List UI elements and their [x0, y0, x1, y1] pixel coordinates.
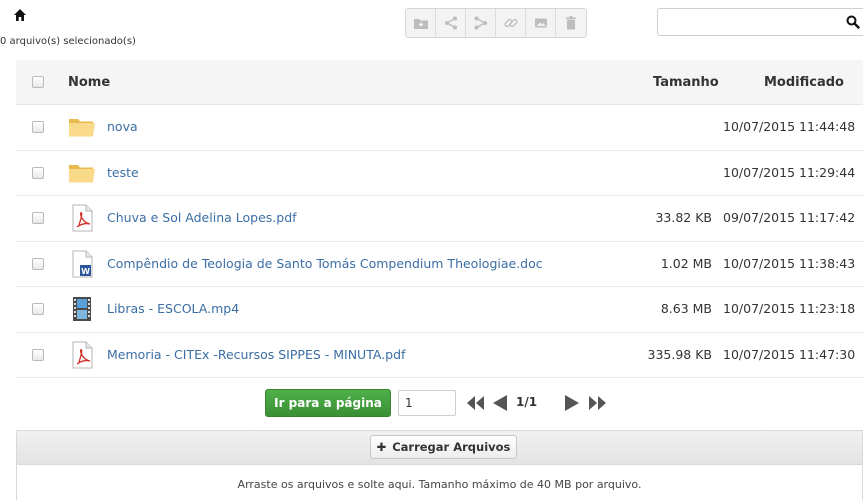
image-button[interactable]	[526, 9, 556, 37]
selected-count: 0 arquivo(s) selecionado(s)	[0, 36, 136, 47]
column-name-header[interactable]: Nome	[68, 75, 110, 90]
table-row[interactable]: nova 10/07/2015 11:44:48	[16, 105, 863, 151]
file-link[interactable]: Memoria - CITEx -Recursos SIPPES - MINUT…	[107, 347, 405, 362]
table-row[interactable]: Chuva e Sol Adelina Lopes.pdf 33.82 KB 0…	[16, 196, 863, 242]
home-icon[interactable]	[13, 8, 27, 22]
trash-icon	[566, 16, 576, 30]
file-table: Nome Tamanho Modificado nova 10/07/2015 …	[16, 60, 863, 378]
folder-icon	[69, 119, 95, 137]
column-size-header[interactable]: Tamanho	[653, 75, 719, 90]
file-size: 1.02 MB	[660, 255, 712, 271]
table-row[interactable]: teste 10/07/2015 11:29:44	[16, 151, 863, 196]
link-button[interactable]	[496, 9, 526, 37]
plus-icon: ✚	[376, 440, 387, 454]
page-number-input[interactable]	[398, 390, 456, 416]
search-input[interactable]	[658, 9, 833, 35]
row-checkbox[interactable]	[32, 121, 44, 133]
pdf-icon	[72, 204, 93, 232]
table-row[interactable]: Memoria - CITEx -Recursos SIPPES - MINUT…	[16, 333, 863, 378]
upload-header: ✚ Carregar Arquivos	[17, 431, 862, 465]
file-link[interactable]: Compêndio de Teologia de Santo Tomás Com…	[107, 256, 543, 271]
file-modified: 10/07/2015 11:38:43	[723, 255, 856, 271]
file-link[interactable]: Chuva e Sol Adelina Lopes.pdf	[107, 210, 297, 225]
action-toolbar	[405, 8, 587, 38]
svg-text:W: W	[81, 267, 90, 276]
link-icon	[503, 18, 518, 28]
share-icon	[444, 16, 457, 30]
page-indicator: 1/1	[516, 395, 538, 409]
share-button[interactable]	[436, 9, 466, 37]
file-modified: 10/07/2015 11:44:48	[723, 119, 856, 134]
video-icon	[73, 297, 91, 321]
select-all-checkbox[interactable]	[32, 76, 44, 88]
last-page-icon[interactable]	[587, 393, 609, 413]
previous-page-icon[interactable]	[489, 393, 511, 413]
delete-button[interactable]	[556, 9, 586, 37]
first-page-icon[interactable]	[464, 393, 486, 413]
drop-zone-hint: Arraste os arquivos e solte aqui. Tamanh…	[237, 478, 642, 491]
move-button[interactable]	[466, 9, 496, 37]
pagination: Ir para a página 1/1	[0, 389, 863, 417]
search-icon[interactable]	[846, 15, 860, 29]
file-link[interactable]: Libras - ESCOLA.mp4	[107, 301, 239, 316]
upload-files-button[interactable]: ✚ Carregar Arquivos	[370, 435, 517, 459]
new-folder-button[interactable]	[406, 9, 436, 37]
search-box	[657, 8, 863, 36]
word-doc-icon: W	[72, 250, 93, 277]
file-modified: 10/07/2015 11:47:30	[723, 346, 856, 362]
row-checkbox[interactable]	[32, 212, 44, 224]
row-checkbox[interactable]	[32, 257, 44, 270]
file-size: 33.82 KB	[655, 210, 712, 225]
next-page-icon[interactable]	[561, 393, 583, 413]
table-header: Nome Tamanho Modificado	[16, 60, 863, 105]
go-to-page-button[interactable]: Ir para a página	[265, 389, 391, 417]
file-modified: 09/07/2015 11:17:42	[723, 210, 856, 225]
file-size: 335.98 KB	[647, 346, 712, 362]
column-modified-header[interactable]: Modificado	[764, 75, 844, 90]
row-checkbox[interactable]	[32, 348, 44, 361]
image-icon	[534, 18, 547, 28]
file-modified: 10/07/2015 11:29:44	[723, 164, 856, 180]
new-folder-icon	[413, 19, 428, 29]
file-link[interactable]: nova	[107, 119, 138, 134]
upload-button-label: Carregar Arquivos	[392, 440, 511, 454]
move-icon	[474, 16, 487, 30]
table-row[interactable]: W Compêndio de Teologia de Santo Tomás C…	[16, 242, 863, 287]
folder-icon	[69, 164, 95, 182]
file-link[interactable]: teste	[107, 165, 139, 180]
row-checkbox[interactable]	[32, 303, 44, 315]
file-size: 8.63 MB	[660, 301, 712, 316]
file-modified: 10/07/2015 11:23:18	[723, 301, 856, 316]
row-checkbox[interactable]	[32, 166, 44, 179]
upload-panel[interactable]: ✚ Carregar Arquivos Arraste os arquivos …	[16, 430, 863, 500]
pdf-icon	[72, 341, 93, 368]
table-row[interactable]: Libras - ESCOLA.mp4 8.63 MB 10/07/2015 1…	[16, 287, 863, 333]
